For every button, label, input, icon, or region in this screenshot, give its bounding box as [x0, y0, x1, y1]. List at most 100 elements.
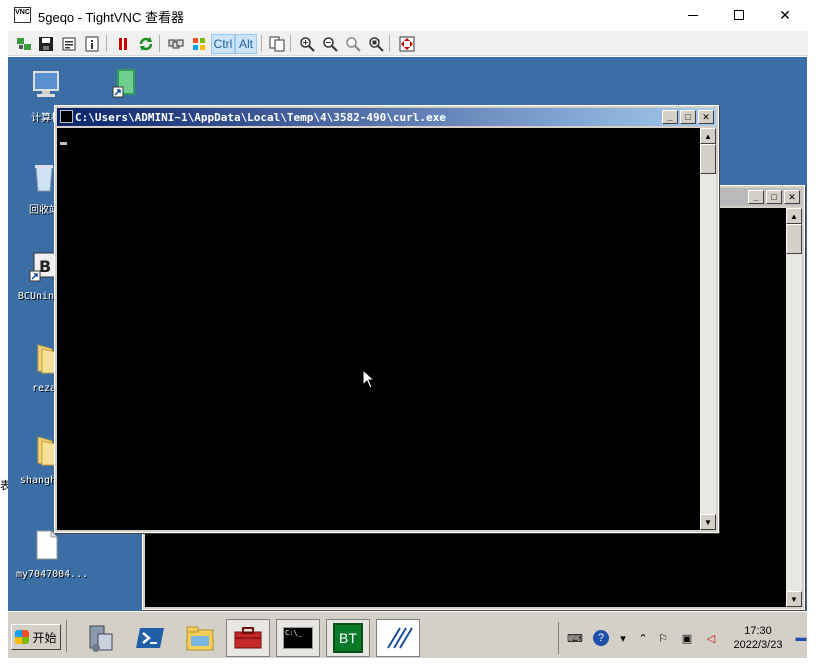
bt-icon: BT — [333, 623, 363, 653]
zoom-fit-icon — [368, 36, 384, 52]
taskbar-active-app[interactable] — [376, 619, 420, 657]
mouse-pointer-icon — [362, 369, 374, 389]
pause-button[interactable] — [113, 34, 132, 53]
console-minimize-button[interactable]: _ — [662, 110, 678, 124]
fullscreen-icon — [399, 36, 414, 51]
keyboard-tray-button[interactable]: ⌨ — [567, 630, 583, 646]
console-close-button[interactable]: ✕ — [784, 190, 800, 204]
zoom-actual-icon — [345, 36, 361, 52]
transfer-files-button[interactable] — [267, 34, 286, 53]
title-bar[interactable]: VNC 5geqo - TightVNC 查看器 ✕ — [0, 0, 816, 30]
ctrl-esc-button[interactable] — [189, 34, 208, 53]
close-icon: ✕ — [788, 191, 796, 202]
console-maximize-button[interactable]: □ — [680, 110, 696, 124]
volume-tray-button[interactable]: ◁ — [703, 630, 719, 646]
save-button[interactable] — [36, 34, 55, 53]
arrow-down-icon: ▼ — [704, 517, 712, 527]
minimize-button[interactable] — [670, 0, 716, 30]
system-tray: ⌨ ? ▾ ⌃ ⚐ ▣ ◁ 17:30 2022/3/23 ▬ — [558, 622, 807, 654]
maximize-button[interactable] — [716, 0, 762, 30]
zoom-fit-button[interactable] — [366, 34, 385, 53]
taskbar-toolbox[interactable] — [226, 619, 270, 657]
desktop-icon-document[interactable]: my7047004... — [16, 529, 89, 580]
new-connection-icon — [16, 37, 31, 50]
arrow-up-icon: ▲ — [704, 131, 712, 141]
scroll-thumb[interactable] — [700, 144, 716, 174]
start-label: 开始 — [32, 630, 57, 645]
close-button[interactable]: ✕ — [762, 0, 808, 30]
new-connection-button[interactable] — [14, 34, 33, 53]
windows-key-icon — [192, 37, 205, 50]
zoom-in-button[interactable] — [297, 34, 316, 53]
taskbar-powershell[interactable] — [128, 619, 172, 657]
minimize-icon: _ — [753, 192, 759, 202]
options-button[interactable] — [59, 34, 78, 53]
info-icon — [85, 36, 98, 51]
toolbar-separator — [159, 35, 160, 52]
explorer-folder-icon — [186, 626, 214, 651]
desktop-icon-label: my7047004... — [16, 569, 89, 580]
show-desktop-button[interactable]: ▬ — [793, 630, 809, 646]
taskbar-explorer[interactable] — [178, 619, 222, 657]
refresh-button[interactable] — [136, 34, 155, 53]
help-tray-button[interactable]: ? — [593, 630, 609, 646]
clock-time: 17:30 — [744, 625, 772, 637]
console-minimize-button[interactable]: _ — [748, 190, 764, 204]
scroll-thumb[interactable] — [786, 224, 802, 254]
vnc-viewer-window: VNC 5geqo - TightVNC 查看器 ✕ Ctrl Alt 表 计算… — [0, 0, 816, 669]
options-tray-button[interactable]: ▾ — [615, 630, 631, 646]
network-tray-button[interactable]: ▣ — [679, 630, 695, 646]
svg-text:B: B — [39, 257, 51, 276]
taskbar-server-manager[interactable] — [78, 619, 122, 657]
action-center-button[interactable]: ⚐ — [655, 630, 671, 646]
computer-icon — [33, 71, 59, 97]
keyboard-icon: ⌨ — [567, 632, 583, 645]
maximize-icon: □ — [685, 112, 691, 122]
scroll-down-button[interactable]: ▼ — [700, 514, 716, 530]
scroll-down-button[interactable]: ▼ — [786, 591, 802, 607]
ctrl-key-toggle[interactable]: Ctrl — [211, 34, 235, 54]
console-close-button[interactable]: ✕ — [698, 110, 714, 124]
console-maximize-button[interactable]: □ — [766, 190, 782, 204]
desktop-icon: ▬ — [795, 632, 807, 644]
powershell-icon — [136, 628, 164, 648]
vnc-toolbar: Ctrl Alt — [8, 31, 808, 56]
flag-icon: ⚐ — [658, 632, 668, 645]
zoom-100-button[interactable] — [343, 34, 362, 53]
pen-lines-icon — [387, 627, 413, 649]
server-manager-icon — [89, 625, 113, 652]
taskbar-bt[interactable]: BT — [326, 619, 370, 657]
taskbar-separator — [66, 620, 67, 652]
desktop-icon-shortcut[interactable] — [95, 67, 155, 107]
arrow-up-icon: ▲ — [790, 211, 798, 221]
scroll-up-button[interactable]: ▲ — [786, 208, 802, 224]
zoom-out-button[interactable] — [320, 34, 339, 53]
volume-muted-icon: ◁ — [706, 632, 716, 645]
start-button[interactable]: 开始 — [11, 624, 61, 650]
close-icon: ✕ — [779, 6, 791, 23]
maximize-icon — [734, 10, 744, 20]
console-app-icon — [60, 110, 73, 123]
copy-icon — [269, 36, 284, 51]
console-output-area[interactable] — [57, 128, 700, 530]
console-window-curl[interactable]: C:\Users\ADMINI~1\AppData\Local\Temp\4\3… — [54, 105, 719, 533]
console-title: C:\Users\ADMINI~1\AppData\Local\Temp\4\3… — [75, 110, 446, 124]
minimize-icon — [688, 14, 698, 16]
tray-clock[interactable]: 17:30 2022/3/23 — [729, 624, 787, 652]
toolbar-separator — [261, 35, 262, 52]
console-scrollbar[interactable]: ▲ ▼ — [786, 208, 802, 607]
scroll-up-button[interactable]: ▲ — [700, 128, 716, 144]
fullscreen-button[interactable] — [397, 34, 416, 53]
remote-desktop[interactable]: 计算机 回收站 B BCUninst reza shanghai my70470… — [8, 57, 807, 611]
info-button[interactable] — [82, 34, 101, 53]
taskbar-cmd[interactable]: C:\_ — [276, 619, 320, 657]
console-scrollbar[interactable]: ▲ ▼ — [700, 128, 716, 530]
console-title-bar[interactable]: C:\Users\ADMINI~1\AppData\Local\Temp\4\3… — [57, 108, 716, 126]
show-hidden-icons-button[interactable]: ⌃ — [635, 630, 651, 646]
toolbar-separator — [106, 35, 107, 52]
refresh-icon — [139, 36, 152, 51]
save-icon — [38, 36, 53, 51]
green-book-shortcut-icon — [112, 69, 135, 98]
alt-key-toggle[interactable]: Alt — [235, 34, 257, 54]
ctrl-alt-del-button[interactable] — [166, 34, 185, 53]
